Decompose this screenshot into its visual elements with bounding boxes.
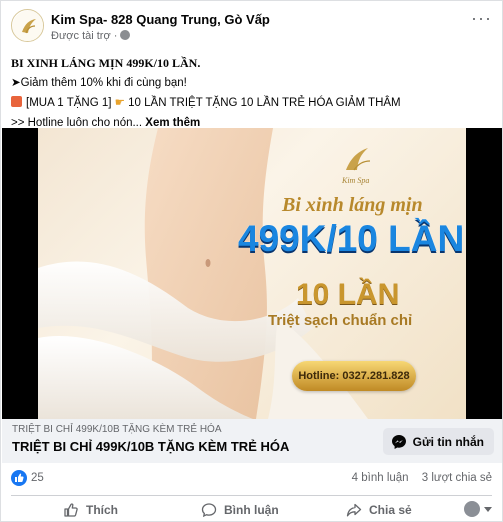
share-count[interactable]: 3 lượt chia sẻ (422, 472, 492, 484)
like-count[interactable]: 25 (31, 472, 44, 484)
like-reaction-icon[interactable] (11, 470, 27, 486)
send-message-label: Gửi tin nhắn (412, 434, 484, 449)
comment-count[interactable]: 4 bình luận (352, 472, 409, 484)
more-options-icon[interactable]: ··· (471, 9, 492, 27)
offer-detail: 10 LẦN TRIỆT TẶNG 10 LẦN TRẺ HÓA GIẢM TH… (128, 97, 401, 109)
post-line-title: BI XINH LÁNG MỊN 499K/10 LẦN. (11, 56, 201, 70)
caption-big: TRIỆT BI CHỈ 499K/10B TẶNG KÈM TRẺ HÓA (12, 439, 290, 454)
sponsored-text: Được tài trợ · (51, 30, 118, 42)
chevron-down-icon (484, 506, 492, 512)
sponsored-label: Được tài trợ · (51, 30, 131, 42)
react-as-selector[interactable] (464, 501, 492, 517)
offer-tag: [MUA 1 TẶNG 1] (26, 97, 112, 109)
ad-headline-script: Bi xinh láng mịn (282, 194, 423, 216)
gift-icon (11, 96, 22, 107)
navel (205, 259, 211, 267)
ad-hotline-pill: Hotline: 0327.281.828 (292, 361, 416, 391)
share-button[interactable]: Chia sẻ (346, 498, 412, 522)
post-text: BI XINH LÁNG MỊN 499K/10 LẦN. ➤Giảm thêm… (11, 53, 492, 133)
brand-name: Kim Spa (342, 176, 370, 185)
send-message-button[interactable]: Gửi tin nhắn (382, 428, 494, 455)
comment-label: Bình luận (224, 503, 279, 517)
thumbs-up-icon (64, 503, 78, 517)
comment-button[interactable]: Bình luận (201, 498, 279, 522)
like-label: Thích (86, 503, 118, 517)
ad-image: Kim Spa Bi xinh láng mịn 499K/10 LẦN 10 … (38, 128, 466, 419)
ad-times: 10 LẦN (296, 278, 400, 311)
sponsored-post-card: Kim Spa- 828 Quang Trung, Gò Vấp Được tà… (0, 0, 503, 522)
page-avatar[interactable] (11, 9, 44, 42)
messenger-icon (391, 434, 406, 449)
caption-small: TRIỆT BI CHỈ 499K/10B TẶNG KÈM TRẺ HÓA (12, 424, 222, 435)
ad-subline: Triệt sạch chuẩn chỉ (268, 312, 413, 329)
post-line-offer: [MUA 1 TẶNG 1] ☛ 10 LẦN TRIỆT TẶNG 10 LẦ… (11, 93, 492, 113)
globe-icon (120, 30, 131, 40)
brand-logo-icon (346, 148, 371, 171)
page-name[interactable]: Kim Spa- 828 Quang Trung, Gò Vấp (51, 12, 270, 27)
ad-headline-price: 499K/10 LẦN (238, 218, 465, 259)
post-header: Kim Spa- 828 Quang Trung, Gò Vấp Được tà… (11, 9, 492, 45)
user-avatar (464, 501, 480, 517)
share-label: Chia sẻ (369, 503, 412, 517)
ad-hotline: Hotline: 0327.281.828 (298, 370, 410, 382)
comment-icon (201, 503, 217, 518)
like-button[interactable]: Thích (63, 498, 118, 522)
kim-spa-logo-icon (12, 10, 43, 41)
post-stats: 25 4 bình luận 3 lượt chia sẻ (11, 469, 492, 489)
link-caption-bar[interactable]: TRIỆT BI CHỈ 499K/10B TẶNG KÈM TRẺ HÓA T… (2, 419, 502, 463)
post-line-discount: ➤Giảm thêm 10% khi đi cùng bạn! (11, 77, 187, 89)
share-arrow-icon (346, 503, 362, 517)
pointing-hand-icon: ☛ (114, 97, 125, 109)
post-actions: Thích Bình luận Chia sẻ (11, 498, 492, 522)
engagement-counts: 4 bình luận 3 lượt chia sẻ (342, 472, 492, 484)
ad-media[interactable]: Kim Spa Bi xinh láng mịn 499K/10 LẦN 10 … (2, 128, 502, 419)
actions-divider (11, 495, 492, 496)
